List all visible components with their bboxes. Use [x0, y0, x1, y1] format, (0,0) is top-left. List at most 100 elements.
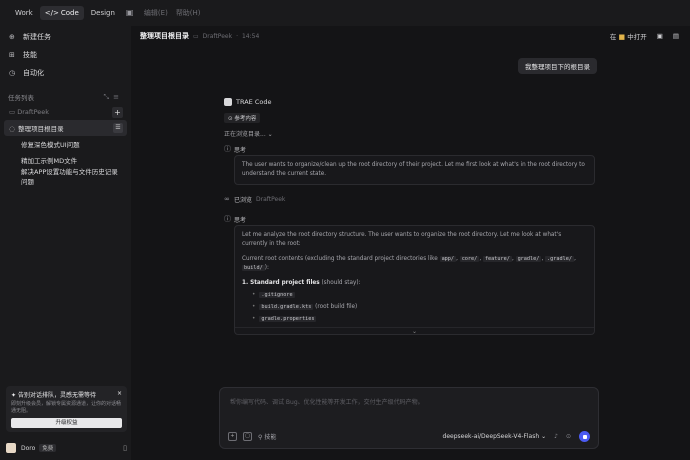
current-root-suffix: ): [264, 265, 269, 271]
conversation-header: 整理项目根目录 ▭ DraftPeek · 14:54 在 ■ 中打开 ▣ ▤ [131, 26, 690, 46]
analysis-content: Let me analyze the root directory struct… [234, 225, 595, 335]
thinking-text: The user wants to organize/clean up the … [242, 162, 585, 177]
task-item[interactable]: 修复深色模式UI问题 [4, 136, 127, 152]
viewed-row[interactable]: ∞ 已浏览 DraftPeek [224, 193, 595, 205]
mode-code-label: Code [60, 9, 79, 17]
file-code: .gitignore [259, 292, 295, 298]
open-in-label: 在 [609, 33, 617, 41]
thinking-row-2[interactable]: ⓘ 思考 [224, 213, 595, 225]
current-root-line: Current root contents (excluding the sta… [242, 256, 576, 271]
model-name: deepseek-ai/DeepSeek-V4-Flash [442, 433, 540, 440]
dir-code: feature/ [482, 256, 512, 262]
browsing-status[interactable]: 正在浏览目录... ⌄ [224, 129, 595, 138]
add-task-icon[interactable]: + [112, 106, 123, 118]
skills-label: 技能 [264, 434, 277, 441]
panel-icon[interactable]: ▣ [657, 32, 663, 40]
folder-small-icon: ▭ [193, 32, 199, 40]
close-icon[interactable]: × [117, 390, 122, 399]
chevron-down-icon: ⌄ [267, 131, 273, 138]
task-list-controls: ⤡≡ [104, 93, 123, 102]
file-list: .gitignore build.gradle.kts (root build … [242, 291, 587, 324]
dir-code: build/ [242, 265, 265, 271]
upgrade-button[interactable]: 升级权益 [11, 418, 122, 428]
list-icon[interactable]: ☰ [113, 123, 123, 133]
list-item: build.gradle.kts (root build file) [252, 303, 587, 312]
task-label: 解决APP设置功能与文件历史记录问题 [21, 168, 118, 186]
settings-icon[interactable]: ⊙ [566, 433, 571, 440]
thinking-label: 思考 [234, 146, 247, 154]
skills-chip[interactable]: ⚲ 技能 [258, 432, 276, 441]
expand-chevron-icon[interactable]: ⌄ [235, 327, 594, 335]
sidebar-item-label: 新建任务 [23, 33, 51, 41]
collapse-icon[interactable]: ⤡ [104, 93, 114, 101]
mode-code-button[interactable]: </> Code [39, 6, 84, 20]
open-in-button[interactable]: 在 ■ 中打开 [610, 31, 647, 41]
mic-icon[interactable]: ♪ [554, 433, 558, 440]
attach-icon[interactable]: + [228, 432, 237, 441]
sidebar: ⊕ 新建任务 ⊞ 技能 ◷ 自动化 任务列表 ⤡≡ ▭ DraftPeek + … [0, 26, 131, 460]
dir-code: gradle/ [515, 256, 542, 262]
sidebar-item-new-task[interactable]: ⊕ 新建任务 [0, 28, 131, 46]
mode-design-button[interactable]: Design [86, 6, 120, 20]
code-icon: </> [44, 9, 59, 17]
new-task-icon: ⊕ [9, 33, 15, 41]
task-item-active[interactable]: ◌ 整理项目根目录 ☰ [4, 120, 127, 136]
thinking-icon: ⓘ [224, 215, 231, 223]
sidebar-item-label: 自动化 [23, 69, 44, 77]
menu-edit[interactable]: 编辑(E) [144, 8, 168, 18]
list-item: .gitignore [252, 291, 587, 300]
task-label: 精加工示例MD文件 [21, 157, 78, 165]
sparkle-icon: ✦ [11, 392, 18, 399]
thinking-label: 思考 [234, 216, 247, 224]
timestamp: 14:54 [241, 32, 260, 40]
infinity-icon: ∞ [224, 195, 230, 203]
trae-logo-icon [224, 98, 232, 106]
filter-icon[interactable]: ≡ [113, 93, 123, 101]
viewed-target: DraftPeek [256, 195, 286, 203]
list-item: gradle.properties [252, 315, 587, 324]
page-title: 整理项目根目录 [140, 32, 189, 40]
composer-toolbar: + ▢ ⚲ 技能 deepseek-ai/DeepSeek-V4-Flash ⌄… [228, 431, 590, 442]
thinking-row[interactable]: ⓘ 思考 [224, 143, 595, 155]
main-panel: 整理项目根目录 ▭ DraftPeek · 14:54 在 ■ 中打开 ▣ ▤ … [131, 26, 690, 460]
assistant-header: TRAE Code [224, 96, 595, 108]
sidebar-item-automation[interactable]: ◷ 自动化 [0, 64, 131, 82]
project-row[interactable]: ▭ DraftPeek + [0, 104, 131, 120]
browsing-label: 正在浏览目录... [224, 131, 266, 138]
message-input[interactable]: 帮你编写代码、调试 Bug、优化性能等开发工作，交付生产级代码产物。 [230, 397, 424, 406]
viewed-label: 已浏览 [234, 196, 253, 204]
section-title: 1. Standard project files [242, 280, 320, 286]
header-actions: 在 ■ 中打开 ▣ ▤ [610, 31, 690, 41]
task-label: 整理项目根目录 [18, 125, 64, 133]
stop-button[interactable] [579, 431, 590, 442]
folder-icon: ▭ [9, 108, 18, 116]
separator: · [236, 32, 238, 40]
sidebar-item-skills[interactable]: ⊞ 技能 [0, 46, 131, 64]
project-name: DraftPeek [17, 108, 50, 116]
layout-icon[interactable]: ▤ [673, 32, 679, 40]
menu-help[interactable]: 帮助(H) [176, 8, 201, 18]
avatar [6, 443, 16, 453]
user-profile[interactable]: Doro 免费 ▯ [6, 442, 127, 454]
task-list-label: 任务列表 [8, 94, 34, 102]
reference-chip[interactable]: ⊙ 参考内容 [224, 113, 261, 123]
task-item[interactable]: 解决APP设置功能与文件历史记录问题 [4, 168, 127, 186]
image-icon[interactable]: ▢ [243, 432, 252, 441]
section-note: (should stay): [321, 280, 361, 286]
assistant-response: TRAE Code ⊙ 参考内容 正在浏览目录... ⌄ ⓘ 思考 The us… [224, 96, 595, 335]
current-root-prefix: Current root contents (excluding the sta… [242, 256, 438, 262]
sidebar-toggle-icon[interactable]: ▣ [126, 8, 136, 18]
plan-badge: 免费 [39, 444, 57, 452]
upgrade-promo-card: ✦ 告别对话排队，灵感无需等待 × 即刻升级会员，解锁专属资源通道，让你的对话畅… [6, 386, 127, 432]
user-message: 我整理项目下的根目录 [518, 58, 597, 74]
model-selector[interactable]: deepseek-ai/DeepSeek-V4-Flash ⌄ [443, 433, 547, 440]
section-heading: 1. Standard project files (should stay): [242, 279, 587, 288]
dir-code: app/ [439, 256, 457, 262]
mode-work-button[interactable]: Work [10, 6, 38, 20]
file-note: (root build file) [315, 304, 358, 310]
analysis-intro: Let me analyze the root directory struct… [242, 232, 562, 247]
device-icon[interactable]: ▯ [123, 444, 127, 452]
project-name: DraftPeek [202, 32, 233, 40]
mode-switcher: Work </> Code Design [10, 6, 120, 20]
skills-icon: ⊞ [9, 51, 15, 59]
